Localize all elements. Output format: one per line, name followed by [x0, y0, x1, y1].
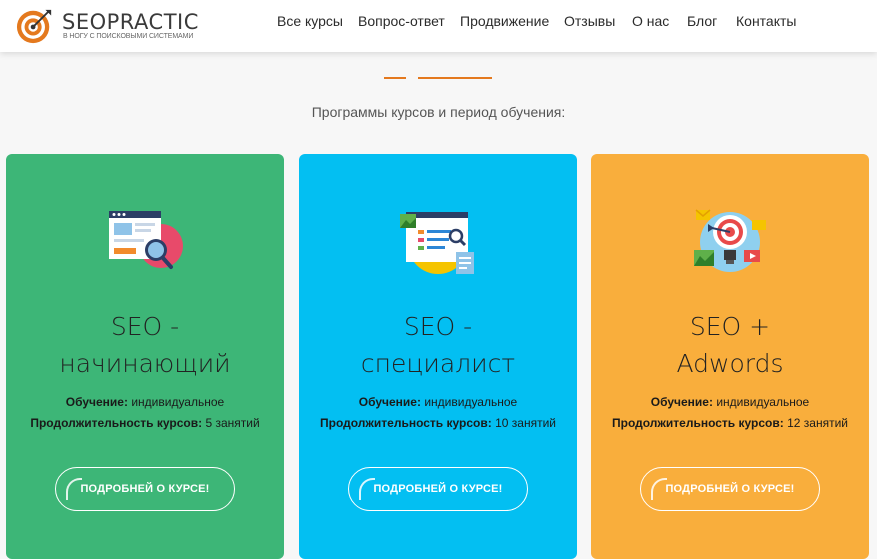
nav-item-reviews[interactable]: Отзывы — [564, 13, 615, 29]
duration-label: Продолжительность курсов: — [30, 416, 203, 430]
nav-item-blog[interactable]: Блог — [687, 13, 717, 29]
training-value: индивидуальное — [716, 395, 810, 409]
section-subtitle: Программы курсов и период обучения: — [311, 104, 566, 120]
course-card-seo-adwords: SEO + Adwords Обучение: индивидуальное П… — [591, 154, 869, 559]
course-title-line2: специалист — [360, 349, 516, 378]
course-training: Обучение: индивидуальное — [26, 393, 264, 411]
course-details-button[interactable]: ПОДРОБНЕЙ О КУРСЕ! — [348, 467, 528, 511]
course-details-button[interactable]: ПОДРОБНЕЙ О КУРСЕ! — [55, 467, 235, 511]
training-label: Обучение: — [650, 395, 713, 409]
course-duration: Продолжительность курсов: 10 занятий — [319, 414, 557, 432]
course-title-line2: начинающий — [59, 349, 231, 378]
button-arc-decoration — [651, 478, 667, 500]
main-nav: Все курсы Вопрос-ответ Продвижение Отзыв… — [0, 13, 877, 33]
button-arc-decoration — [66, 478, 82, 500]
magnifier-browser-icon — [109, 211, 183, 269]
training-label: Обучение: — [358, 395, 421, 409]
button-label: ПОДРОБНЕЙ О КУРСЕ! — [373, 483, 503, 495]
duration-value: 5 занятий — [205, 416, 260, 430]
section-divider-short — [384, 77, 406, 79]
target-marketing-icon — [694, 209, 766, 272]
course-training: Обучение: индивидуальное — [611, 393, 849, 411]
course-duration: Продолжительность курсов: 5 занятий — [26, 414, 264, 432]
course-details-button[interactable]: ПОДРОБНЕЙ О КУРСЕ! — [640, 467, 820, 511]
course-training: Обучение: индивидуальное — [319, 393, 557, 411]
button-label: ПОДРОБНЕЙ О КУРСЕ! — [80, 483, 210, 495]
course-title-line1: SEO + — [689, 312, 771, 341]
training-value: индивидуальное — [131, 395, 225, 409]
course-card-specialist: SEO - специалист Обучение: индивидуально… — [299, 154, 577, 559]
analytics-page-icon — [400, 212, 474, 274]
course-title-line2: Adwords — [676, 349, 784, 378]
nav-item-about[interactable]: О нас — [632, 13, 669, 29]
nav-item-faq[interactable]: Вопрос-ответ — [358, 13, 445, 29]
duration-value: 12 занятий — [787, 416, 848, 430]
course-card-beginner: SEO - начинающий Обучение: индивидуально… — [6, 154, 284, 559]
nav-item-promotion[interactable]: Продвижение — [460, 13, 549, 29]
duration-value: 10 занятий — [495, 416, 556, 430]
course-duration: Продолжительность курсов: 12 занятий — [611, 414, 849, 432]
brand-tagline: В НОГУ С ПОИСКОВЫМИ СИСТЕМАМИ — [63, 33, 194, 40]
course-title-line1: SEO - — [403, 312, 473, 341]
nav-item-all-courses[interactable]: Все курсы — [277, 13, 343, 29]
button-label: ПОДРОБНЕЙ О КУРСЕ! — [665, 483, 795, 495]
duration-label: Продолжительность курсов: — [612, 416, 784, 430]
nav-item-contacts[interactable]: Контакты — [736, 13, 796, 29]
training-label: Обучение: — [65, 395, 128, 409]
duration-label: Продолжительность курсов: — [320, 416, 492, 430]
site-header: SEOPRACTIC В НОГУ С ПОИСКОВЫМИ СИСТЕМАМИ… — [0, 0, 877, 52]
section-divider-long — [418, 77, 492, 79]
button-arc-decoration — [359, 478, 375, 500]
course-title-line1: SEO - — [110, 312, 180, 341]
training-value: индивидуальное — [424, 395, 518, 409]
